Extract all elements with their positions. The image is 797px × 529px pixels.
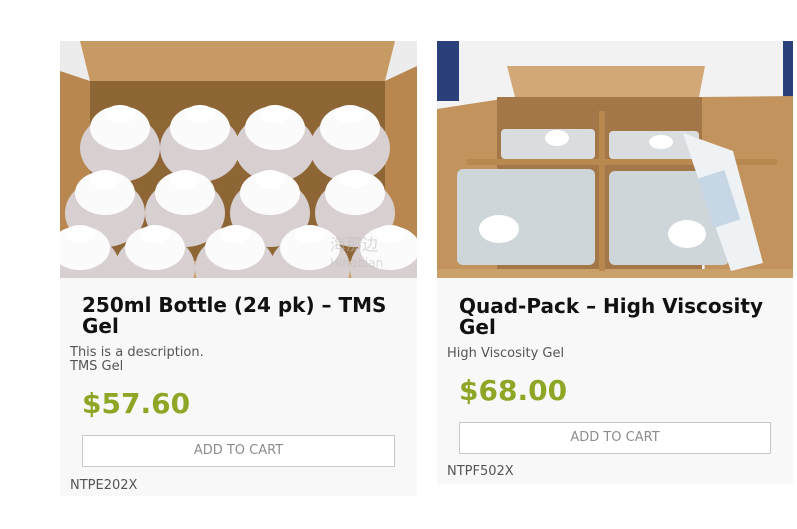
product-title[interactable]: 250ml Bottle (24 pk) – TMS Gel xyxy=(82,295,402,337)
product-sku: NTPE202X xyxy=(70,478,138,493)
product-description: High Viscosity Gel xyxy=(447,346,565,361)
product-sku: NTPF502X xyxy=(447,464,514,479)
product-image[interactable] xyxy=(60,41,417,278)
bottle-box-illustration xyxy=(60,41,417,278)
product-price: $68.00 xyxy=(459,374,568,407)
product-price: $57.60 xyxy=(82,387,191,420)
add-to-cart-button[interactable]: ADD TO CART xyxy=(82,435,395,467)
product-card: Quad-Pack – High Viscosity Gel High Visc… xyxy=(437,41,793,484)
product-image[interactable] xyxy=(437,41,793,278)
product-description: This is a description. TMS Gel xyxy=(70,345,204,374)
product-card: 250ml Bottle (24 pk) – TMS Gel This is a… xyxy=(60,41,417,496)
quad-pack-box-illustration xyxy=(437,41,793,278)
add-to-cart-button[interactable]: ADD TO CART xyxy=(459,422,771,454)
product-title[interactable]: Quad-Pack – High Viscosity Gel xyxy=(459,296,779,338)
